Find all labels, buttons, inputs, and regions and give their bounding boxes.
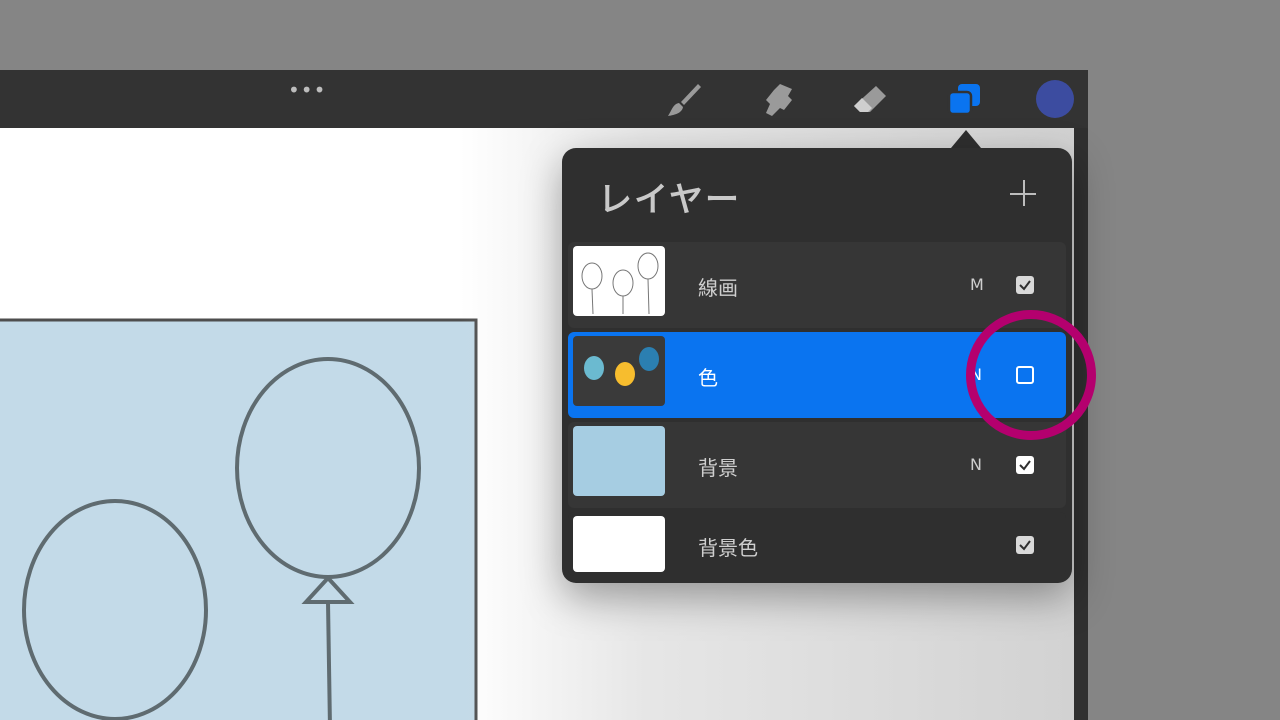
layer-thumbnail <box>573 516 665 572</box>
layer-name: 線画 <box>698 276 738 300</box>
layer-row-background[interactable]: 背景 N <box>568 422 1066 508</box>
smudge-icon[interactable] <box>758 80 798 120</box>
layer-name: 背景色 <box>698 536 758 560</box>
layer-thumbnail <box>573 426 665 496</box>
panel-title: レイヤー <box>598 180 741 220</box>
layer-name: 背景 <box>698 456 738 480</box>
panel-pointer <box>951 130 981 148</box>
layer-thumbnail <box>573 336 665 406</box>
layer-thumbnail <box>573 246 665 316</box>
eraser-icon[interactable] <box>850 80 890 120</box>
canvas-edge <box>1074 128 1088 720</box>
color-picker-button[interactable] <box>1036 80 1074 118</box>
layer-row-background-color[interactable]: 背景色 <box>568 512 1066 576</box>
brush-icon[interactable] <box>664 80 704 120</box>
layer-name: 色 <box>698 366 718 390</box>
visibility-checkbox[interactable] <box>1016 536 1034 554</box>
visibility-checkbox[interactable] <box>1016 276 1034 294</box>
blend-mode-button[interactable]: M <box>970 275 984 294</box>
highlight-circle <box>966 310 1096 440</box>
blend-mode-button[interactable]: N <box>970 455 982 474</box>
visibility-checkbox[interactable] <box>1016 456 1034 474</box>
layer-row-lineart[interactable]: 線画 M <box>568 242 1066 328</box>
layers-icon[interactable] <box>944 80 984 120</box>
top-toolbar: ••• <box>0 70 1088 129</box>
more-menu-button[interactable]: ••• <box>288 78 326 102</box>
add-layer-button[interactable] <box>1008 178 1040 210</box>
